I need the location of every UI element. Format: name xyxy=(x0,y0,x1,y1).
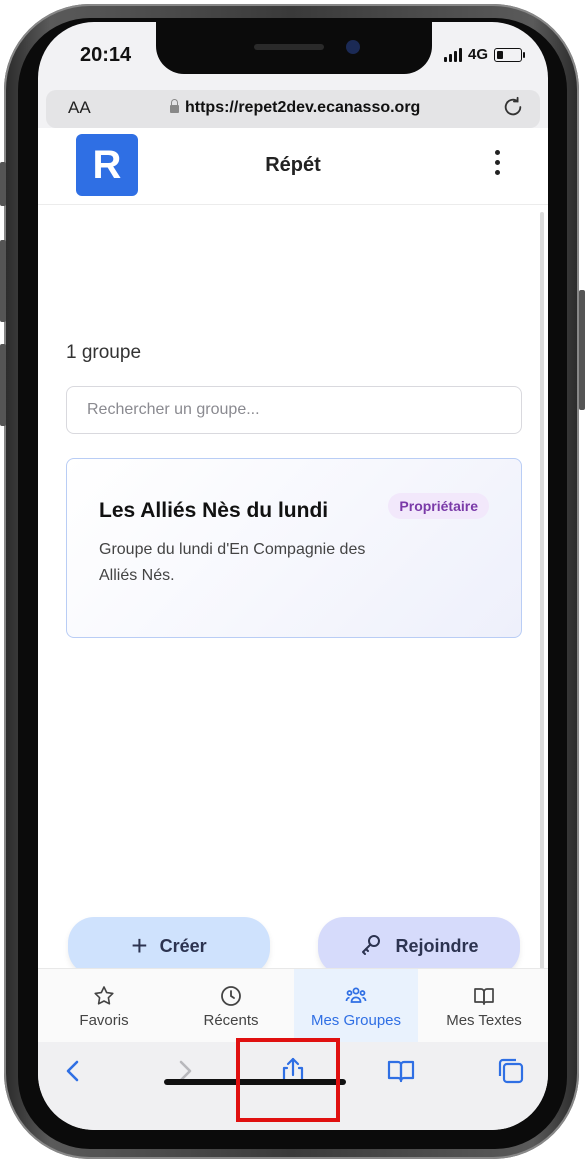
key-icon xyxy=(359,932,383,961)
volume-up-button xyxy=(0,240,6,322)
group-name: Les Alliés Nès du lundi xyxy=(99,499,329,522)
users-icon xyxy=(345,987,367,1003)
back-icon[interactable] xyxy=(58,1056,88,1086)
clock-icon xyxy=(221,985,241,1006)
join-button[interactable]: Rejoindre xyxy=(318,917,520,975)
tabs-icon[interactable] xyxy=(496,1056,526,1086)
tab-recents[interactable]: Récents xyxy=(170,969,292,1043)
more-menu-icon[interactable] xyxy=(495,150,500,175)
bookmarks-icon[interactable] xyxy=(386,1056,416,1086)
battery-icon xyxy=(494,47,525,62)
tab-mes-textes[interactable]: Mes Textes xyxy=(420,969,548,1043)
url-display[interactable]: https://repet2dev.ecanasso.org xyxy=(170,99,420,117)
app-header: R Répét xyxy=(38,128,548,205)
star-icon xyxy=(94,985,114,1005)
join-label: Rejoindre xyxy=(395,935,479,956)
page-title: Répét xyxy=(265,154,321,176)
bottom-tab-bar: Favoris Récents Mes Groupes Mes Textes xyxy=(38,968,548,1043)
group-description: Groupe du lundi d'En Compagnie des Allié… xyxy=(99,541,366,584)
tab-label: Mes Textes xyxy=(446,1011,522,1029)
tab-label: Favoris xyxy=(79,1011,129,1029)
tab-mes-groupes[interactable]: Mes Groupes xyxy=(294,969,418,1043)
url-text: https://repet2dev.ecanasso.org xyxy=(185,99,421,116)
front-camera xyxy=(346,40,360,54)
reader-aa-button[interactable]: AA xyxy=(68,98,91,118)
web-app: R Répét 1 groupe Les Alliés Nès du lundi… xyxy=(38,128,548,975)
power-button xyxy=(579,290,585,410)
network-label: 4G xyxy=(467,46,488,63)
tab-label: Récents xyxy=(203,1011,259,1029)
lock-icon xyxy=(170,99,179,113)
scrollbar[interactable] xyxy=(540,212,544,970)
group-card[interactable]: Les Alliés Nès du lundi Propriétaire Gro… xyxy=(66,458,522,638)
search-input[interactable] xyxy=(66,386,522,434)
phone-screen: 20:14 4G AA https://repet2dev.ecanasso.o… xyxy=(38,22,548,1130)
volume-down-button xyxy=(0,344,6,426)
status-indicators: 4G xyxy=(443,46,525,63)
signal-icon xyxy=(443,47,462,62)
reload-icon[interactable] xyxy=(502,96,524,124)
create-button[interactable]: + Créer xyxy=(68,917,270,975)
address-bar[interactable]: AA https://repet2dev.ecanasso.org xyxy=(46,90,540,128)
group-count: 1 groupe xyxy=(66,342,142,363)
tab-label: Mes Groupes xyxy=(310,1011,402,1029)
role-badge: Propriétaire xyxy=(388,493,489,519)
plus-icon: + xyxy=(131,930,148,961)
share-highlight-box xyxy=(236,1038,340,1122)
book-icon xyxy=(474,987,494,1005)
status-time: 20:14 xyxy=(80,44,132,66)
mute-switch xyxy=(0,162,6,206)
create-label: Créer xyxy=(159,935,207,956)
notch xyxy=(156,22,432,74)
tab-favoris[interactable]: Favoris xyxy=(38,969,170,1043)
speaker xyxy=(254,44,324,50)
